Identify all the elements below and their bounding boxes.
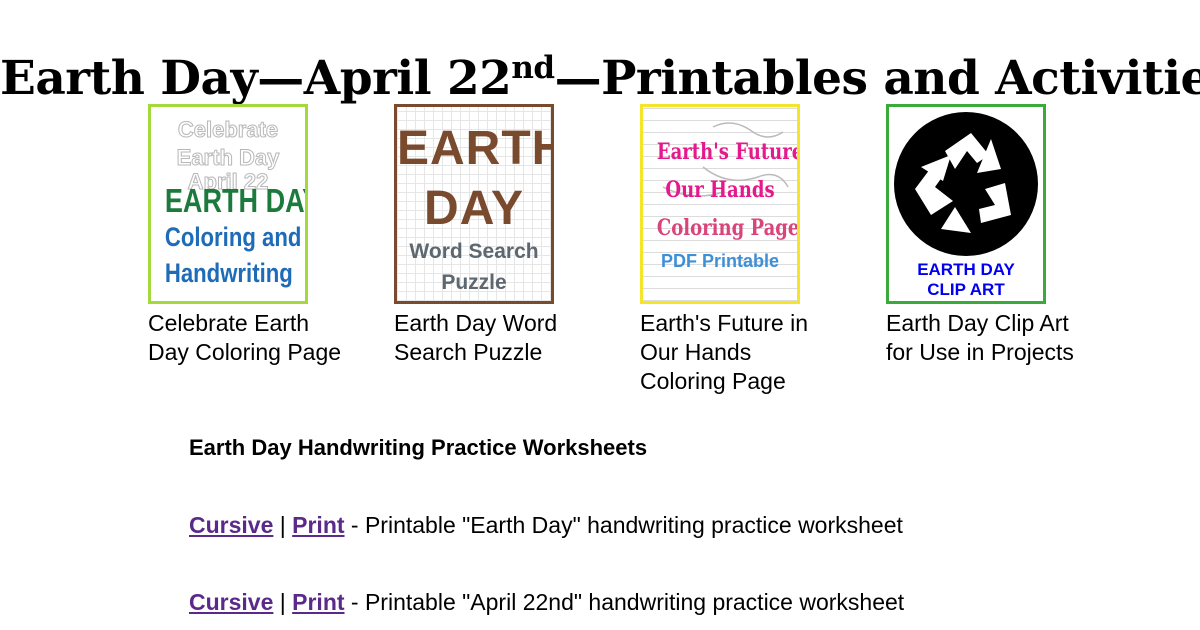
card-thumbnail-word-search[interactable]: EARTH DAY Word Search Puzzle [394,104,554,304]
thumb-line: Our Hands [665,177,775,203]
card-thumbnail-celebrate[interactable]: Celebrate Earth Day April 22 EARTH DAY C… [148,104,308,304]
thumb-line: EARTH DAY [917,260,1015,279]
link-separator: | [279,512,286,538]
card-caption-link[interactable]: Earth Day Word Search Puzzle [394,309,594,367]
card-thumbnail-clip-art[interactable]: EARTH DAY CLIP ART [886,104,1046,304]
thumb-line: Word Search [409,240,539,263]
card-clip-art: EARTH DAY CLIP ART Earth Day Clip Art fo… [886,104,1106,367]
card-thumbnail-earths-future[interactable]: Earth's Future in Our Hands Coloring Pag… [640,104,800,304]
thumb-line: Puzzle [441,271,507,294]
thumb-line: EARTH DAY [164,182,308,219]
link-separator: | [279,589,286,615]
thumb-line: DAY [424,182,524,235]
card-caption-link[interactable]: Earth Day Clip Art for Use in Projects [886,309,1086,367]
worksheet-row: Cursive | Print - Printable "April 22nd"… [189,588,904,616]
cursive-link[interactable]: Cursive [189,589,273,615]
thumb-line: PDF Printable [660,251,780,271]
thumb-line: Earth's Future in [656,139,800,165]
card-caption-link[interactable]: Celebrate Earth Day Coloring Page [148,309,348,367]
thumb-line: EARTH [397,122,554,175]
print-link[interactable]: Print [292,589,344,615]
worksheet-row: Cursive | Print - Printable "Earth Day" … [189,511,903,539]
card-caption-link[interactable]: Earth's Future in Our Hands Coloring Pag… [640,309,840,396]
cursive-link[interactable]: Cursive [189,512,273,538]
thumb-line: Celebrate [177,117,279,143]
thumb-line: Coloring Page [656,215,800,241]
thumb-line: Earth Day [176,145,280,171]
card-celebrate-earth-day: Celebrate Earth Day April 22 EARTH DAY C… [148,104,368,367]
thumb-line: CLIP ART [927,280,1005,299]
thumb-line: Handwriting [164,258,293,288]
card-earths-future: Earth's Future in Our Hands Coloring Pag… [640,104,860,396]
printables-grid: Celebrate Earth Day April 22 EARTH DAY C… [0,0,1200,400]
recycle-icon [894,112,1038,256]
worksheet-description: - Printable "April 22nd" handwriting pra… [344,589,905,615]
worksheets-heading: Earth Day Handwriting Practice Worksheet… [189,435,648,460]
thumb-line: Coloring and [164,222,302,252]
card-word-search: EARTH DAY Word Search Puzzle Earth Day W… [394,104,614,367]
print-link[interactable]: Print [292,512,344,538]
worksheet-description: - Printable "Earth Day" handwriting prac… [344,512,903,538]
